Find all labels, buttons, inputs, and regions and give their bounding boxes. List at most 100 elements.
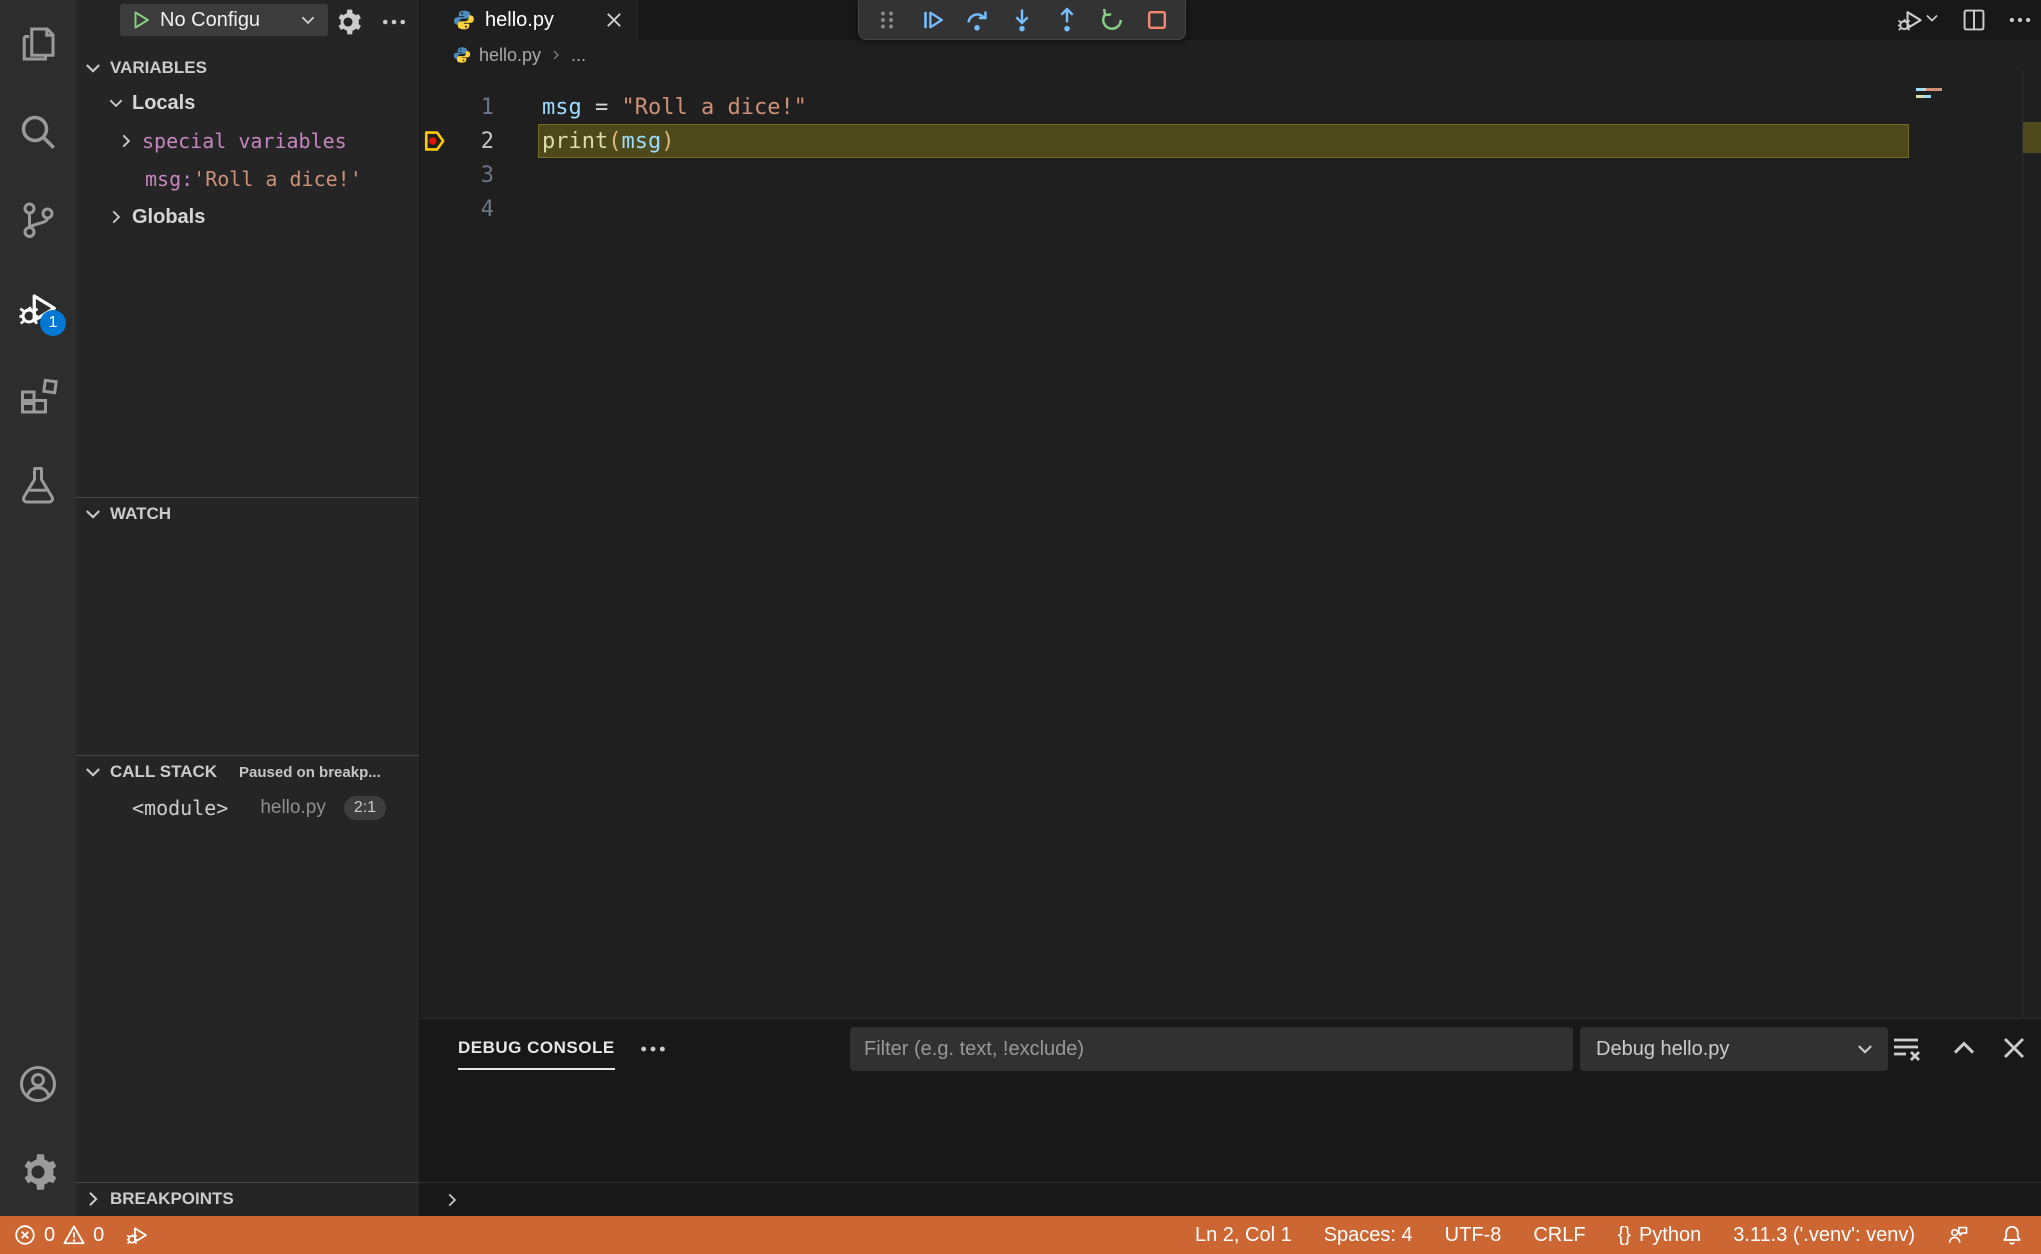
special-variables-label: special variables (142, 129, 347, 153)
start-debug-icon[interactable] (130, 9, 152, 31)
language-mode[interactable]: {} Python (1618, 1224, 1702, 1247)
breadcrumb-file[interactable]: hello.py (479, 45, 541, 66)
step-out-button[interactable] (1050, 3, 1084, 37)
maximize-panel-icon[interactable] (1948, 1032, 1980, 1064)
globals-row[interactable]: Globals (76, 198, 419, 236)
clear-console-icon[interactable] (1890, 1032, 1922, 1064)
debug-console-tab-label: DEBUG CONSOLE (458, 1026, 615, 1070)
overview-current-line-marker (2023, 122, 2041, 153)
encoding[interactable]: UTF-8 (1445, 1224, 1502, 1247)
split-editor-icon (1963, 9, 1985, 31)
beaker-icon (21, 467, 55, 504)
debug-session-badge: 1 (40, 310, 66, 336)
debug-more-actions-icon[interactable] (380, 8, 408, 36)
code-line-2: 2 print(msg) (420, 124, 1891, 158)
overview-ruler[interactable] (2022, 70, 2041, 1018)
debug-console-panel: DEBUG CONSOLE Debug hello.py (420, 1018, 2041, 1216)
python-icon (453, 47, 471, 63)
debug-toolbar (858, 0, 1186, 40)
activity-explorer[interactable] (0, 0, 76, 88)
status-left: 0 0 (0, 1224, 148, 1247)
python-interpreter[interactable]: 3.11.3 ('.venv': venv) (1733, 1224, 1915, 1247)
chevron-down-icon (1926, 14, 1938, 21)
activity-extensions[interactable] (0, 352, 76, 440)
debug-status-indicator[interactable] (126, 1224, 148, 1246)
code-editor[interactable]: 1 msg = "Roll a dice!" 2 print(msg) 3 4 (420, 70, 2041, 1018)
step-into-icon (1015, 7, 1029, 33)
activity-settings[interactable] (0, 1128, 76, 1216)
call-stack-section: CALL STACK Paused on breakp... <module> … (76, 755, 419, 828)
tab-hello-py[interactable]: hello.py (420, 0, 638, 40)
status-right: Ln 2, Col 1 Spaces: 4 UTF-8 CRLF {} Pyth… (1195, 1224, 2041, 1247)
step-into-button[interactable] (1005, 3, 1039, 37)
split-editor-button[interactable] (1961, 7, 1987, 33)
panel-header: DEBUG CONSOLE Debug hello.py (420, 1019, 2041, 1077)
extensions-icon (21, 378, 58, 414)
console-filter-input[interactable] (850, 1027, 1573, 1071)
toolbar-drag-handle[interactable] (870, 3, 904, 37)
stop-icon (1147, 10, 1167, 29)
call-stack-header[interactable]: CALL STACK Paused on breakp... (76, 756, 419, 788)
continue-icon (924, 10, 944, 29)
warning-count: 0 (93, 1223, 105, 1246)
gear-icon (24, 1154, 57, 1190)
source-control-icon (23, 202, 54, 238)
variables-header[interactable]: VARIABLES (76, 52, 419, 84)
continue-button[interactable] (915, 3, 949, 37)
line-number: 4 (480, 196, 494, 222)
chevron-down-icon (301, 16, 315, 24)
debug-session-dropdown[interactable]: Debug hello.py (1580, 1027, 1888, 1071)
locals-row[interactable]: Locals (76, 84, 419, 122)
debug-config-dropdown[interactable]: No Configu (120, 4, 328, 36)
problems-indicator[interactable]: 0 0 (14, 1224, 104, 1247)
restart-button[interactable] (1095, 3, 1129, 37)
chevron-down-icon (85, 767, 101, 777)
step-over-button[interactable] (960, 3, 994, 37)
vscode-window: 1 No Configu VARIABLES Locals special va… (0, 0, 2041, 1254)
chevron-down-icon (1857, 1044, 1873, 1054)
breakpoint-current-line-icon[interactable] (423, 128, 449, 154)
eol-sequence[interactable]: CRLF (1533, 1224, 1585, 1247)
close-icon[interactable] (603, 9, 625, 31)
breadcrumb-more[interactable]: ... (571, 45, 586, 66)
watch-section: WATCH (76, 497, 419, 530)
chevron-right-icon (88, 1191, 98, 1207)
locals-label: Locals (132, 91, 196, 114)
feedback-button[interactable] (1947, 1224, 1969, 1246)
code-line-1: 1 msg = "Roll a dice!" (420, 90, 1891, 124)
line-text: msg = "Roll a dice!" (542, 94, 807, 120)
editor-more-actions-button[interactable] (2007, 7, 2033, 33)
chevron-right-icon (122, 134, 130, 148)
cursor-position[interactable]: Ln 2, Col 1 (1195, 1224, 1292, 1247)
activity-source-control[interactable] (0, 176, 76, 264)
run-or-debug-button[interactable] (1897, 7, 1941, 33)
watch-header[interactable]: WATCH (76, 498, 419, 530)
tab-label: hello.py (485, 8, 554, 31)
editor-actions (1897, 0, 2033, 40)
stack-frame-row[interactable]: <module> hello.py 2:1 (76, 788, 419, 828)
error-count: 0 (44, 1223, 56, 1246)
activity-account[interactable] (0, 1040, 76, 1128)
gripper-icon (880, 11, 894, 28)
activity-bar: 1 (0, 0, 76, 1216)
notifications-button[interactable] (2001, 1224, 2023, 1246)
indentation[interactable]: Spaces: 4 (1324, 1224, 1413, 1247)
minimap[interactable] (1910, 70, 2022, 1018)
paused-status: Paused on breakp... (239, 763, 381, 781)
activity-run-and-debug[interactable]: 1 (0, 264, 76, 352)
activity-testing[interactable] (0, 440, 76, 528)
debug-settings-gear-icon[interactable] (334, 8, 362, 36)
tab-debug-console[interactable]: DEBUG CONSOLE (458, 1019, 615, 1077)
debug-sidebar-toolbar: No Configu (76, 0, 419, 45)
console-input-row[interactable] (420, 1182, 2041, 1216)
msg-variable-row[interactable]: msg: 'Roll a dice!' (76, 160, 419, 198)
call-stack-title: CALL STACK (110, 762, 218, 781)
activity-search[interactable] (0, 88, 76, 176)
status-bar: 0 0 Ln 2, Col 1 Spaces: 4 UTF-8 CRLF {} … (0, 1216, 2041, 1254)
special-variables-row[interactable]: special variables (76, 122, 419, 160)
breakpoints-header[interactable]: BREAKPOINTS (76, 1183, 419, 1215)
code-line-3: 3 (420, 158, 1891, 192)
stop-button[interactable] (1140, 3, 1174, 37)
close-panel-icon[interactable] (1998, 1032, 2030, 1064)
panel-more-actions-icon[interactable] (638, 1034, 668, 1064)
